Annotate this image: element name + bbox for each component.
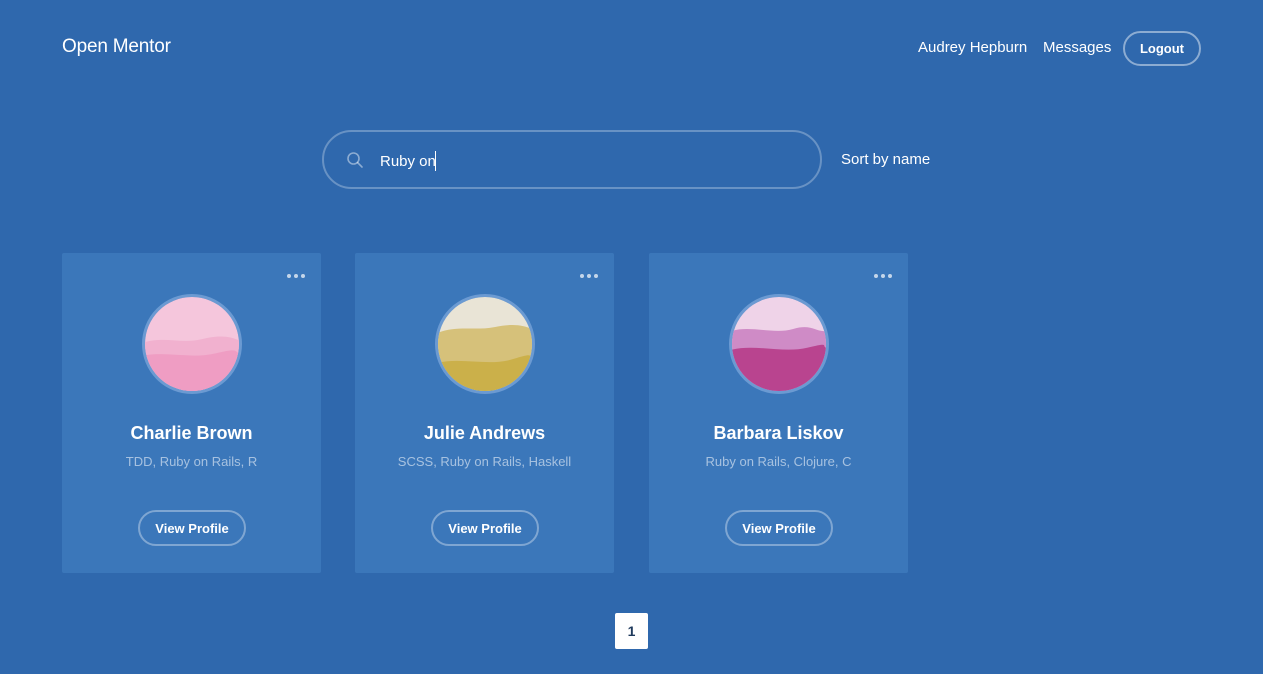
search-input[interactable] bbox=[380, 150, 800, 172]
more-options-icon[interactable] bbox=[580, 271, 598, 281]
mentor-name: Charlie Brown bbox=[130, 423, 253, 443]
nav-messages-link[interactable]: Messages bbox=[1043, 39, 1111, 56]
search-icon bbox=[346, 151, 364, 169]
mentor-card: Julie Andrews SCSS, Ruby on Rails, Haske… bbox=[355, 253, 614, 573]
mentor-card: Charlie Brown TDD, Ruby on Rails, R View… bbox=[62, 253, 321, 573]
mentor-skills: Ruby on Rails, Clojure, C bbox=[705, 454, 852, 469]
view-profile-button[interactable]: View Profile bbox=[431, 510, 539, 546]
mentor-skills: TDD, Ruby on Rails, R bbox=[125, 454, 258, 469]
pagination-page-button[interactable]: 1 bbox=[615, 613, 648, 649]
mentor-skills: SCSS, Ruby on Rails, Haskell bbox=[397, 454, 572, 469]
view-profile-button[interactable]: View Profile bbox=[725, 510, 833, 546]
more-options-icon[interactable] bbox=[874, 271, 892, 281]
avatar bbox=[435, 294, 535, 394]
avatar bbox=[729, 294, 829, 394]
avatar bbox=[142, 294, 242, 394]
text-caret bbox=[435, 151, 436, 171]
search-box[interactable] bbox=[322, 130, 822, 189]
more-options-icon[interactable] bbox=[287, 271, 305, 281]
mentor-name: Julie Andrews bbox=[423, 423, 546, 443]
brand-logo[interactable]: Open Mentor bbox=[62, 36, 171, 58]
sort-by-name-link[interactable]: Sort by name bbox=[841, 151, 930, 168]
mentor-name: Barbara Liskov bbox=[713, 423, 844, 443]
view-profile-button[interactable]: View Profile bbox=[138, 510, 246, 546]
mentor-card: Barbara Liskov Ruby on Rails, Clojure, C… bbox=[649, 253, 908, 573]
nav-user-name[interactable]: Audrey Hepburn bbox=[918, 39, 1027, 56]
logout-button[interactable]: Logout bbox=[1123, 31, 1201, 66]
